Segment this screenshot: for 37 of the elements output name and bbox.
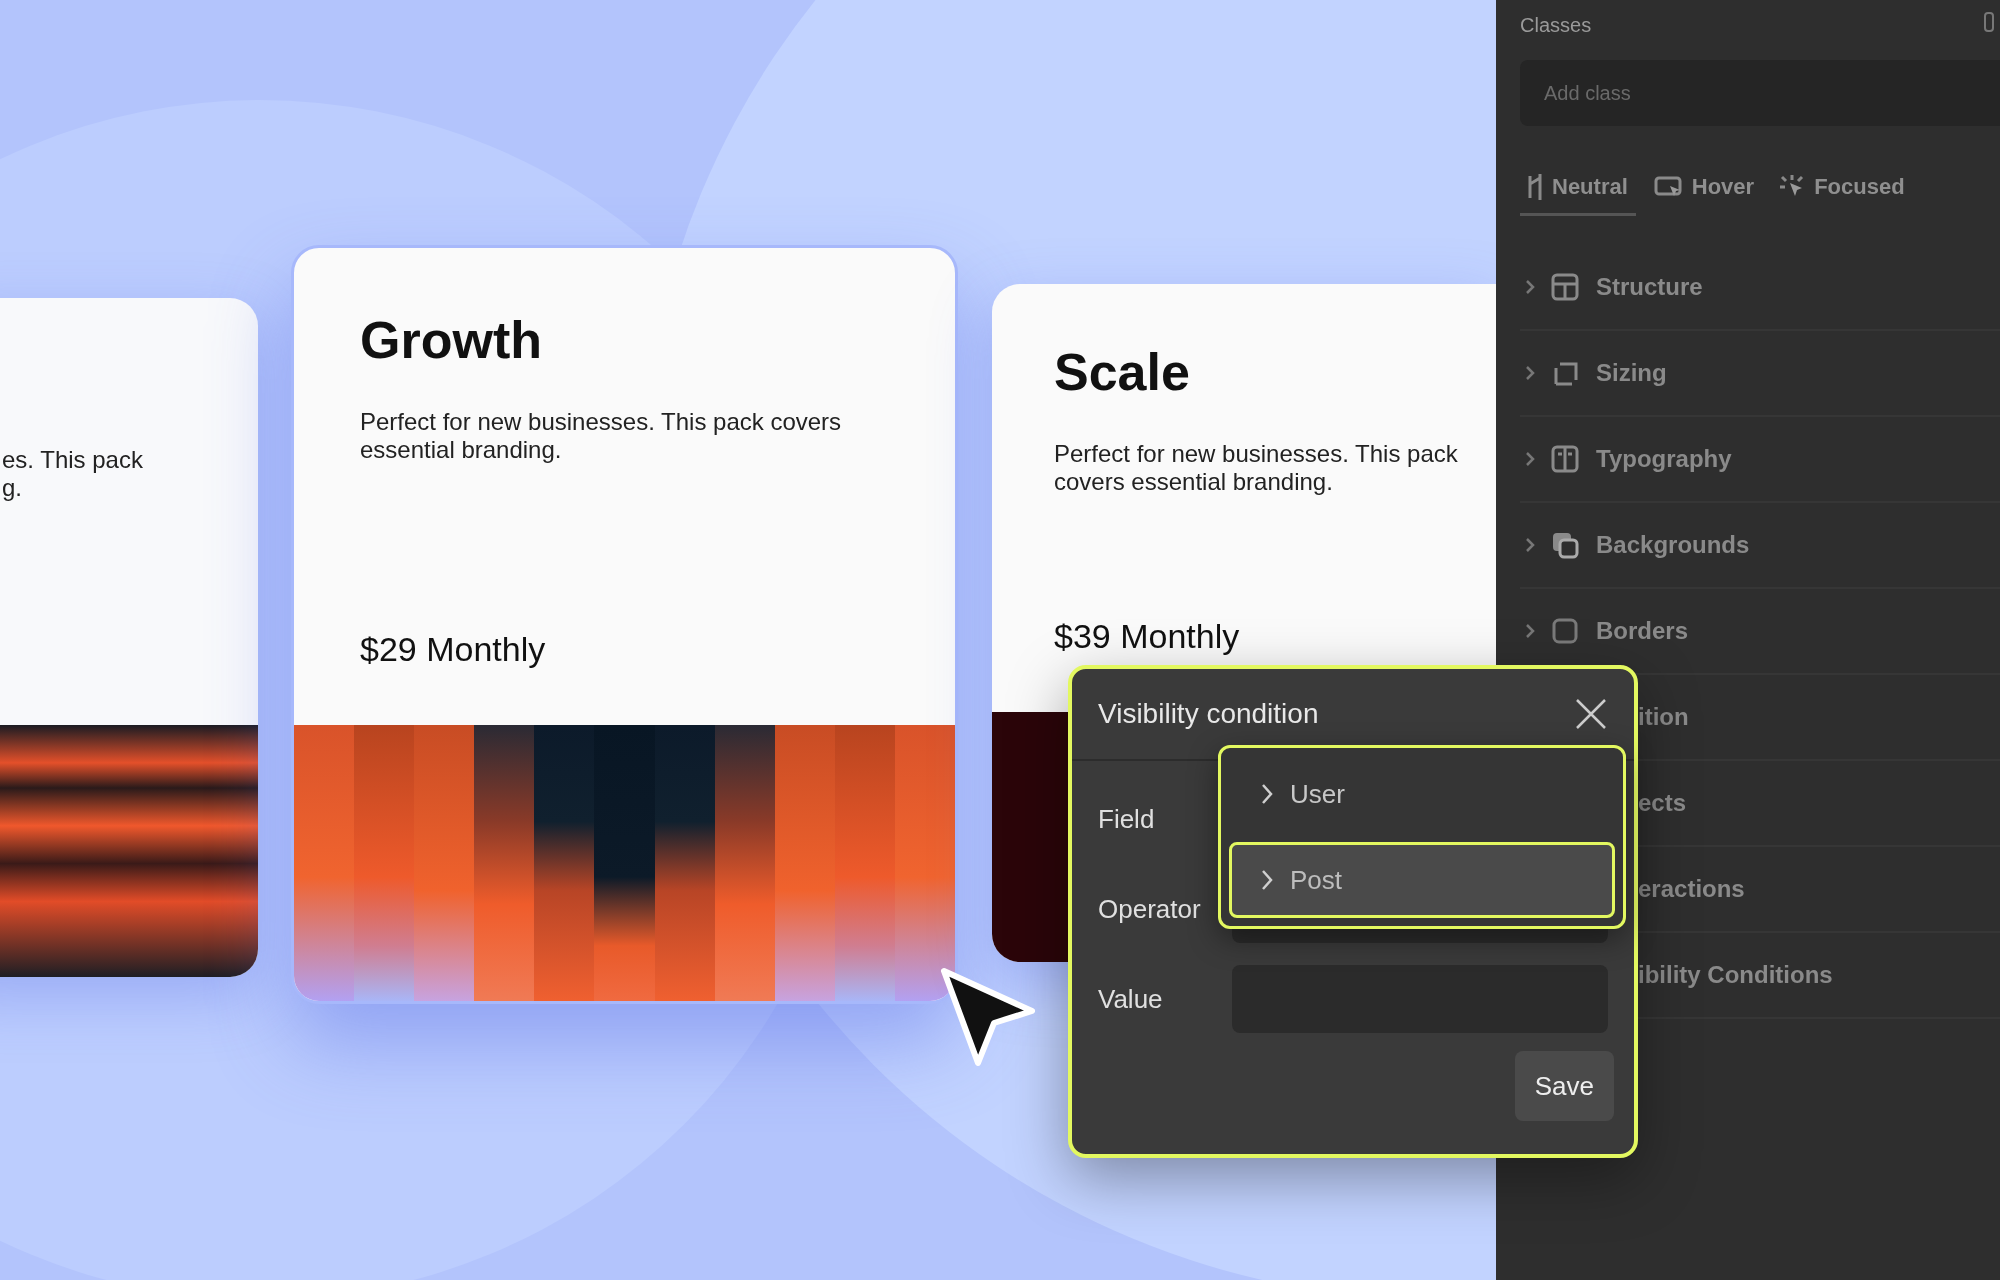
section-icon [1550, 272, 1580, 302]
close-button[interactable] [1574, 697, 1608, 731]
field-label: Field [1098, 802, 1156, 836]
field-label: Operator [1098, 892, 1202, 926]
state-tab[interactable]: Hover [1645, 160, 1763, 216]
class-input-field[interactable]: Add class [1520, 60, 2000, 126]
card-description: es. This pack g. [2, 446, 144, 502]
chevron-right-icon [1524, 622, 1536, 640]
section-icon [1550, 530, 1580, 560]
scroll-icon [1984, 12, 1994, 32]
field-label: Value [1098, 982, 1164, 1016]
card-title: Growth [360, 310, 543, 371]
save-button[interactable]: Save [1514, 1051, 1614, 1121]
card-description: Perfect for new businesses. This pack covers essential branding. [1054, 440, 1459, 496]
chevron-right-icon [1260, 868, 1274, 892]
state-tab[interactable]: Neutral [1520, 160, 1636, 216]
chevron-right-icon [1524, 278, 1536, 296]
chevron-right-icon [1524, 450, 1536, 468]
panel-section-row[interactable]: Backgrounds [1520, 503, 2000, 589]
section-icon [1550, 616, 1580, 646]
card-title: Scale [1054, 342, 1191, 403]
dialog-title: Visibility condition [1098, 697, 1319, 731]
panel-section-row[interactable]: Typography [1520, 417, 2000, 503]
card-price: $39 Monthly [1054, 616, 1241, 656]
state-icon [1528, 171, 1542, 202]
panel-section-row[interactable]: Structure [1520, 245, 2000, 331]
panel-title: Classes [1520, 13, 1592, 38]
chevron-right-icon [1524, 364, 1536, 382]
section-icon [1550, 444, 1580, 474]
chevron-right-icon [1524, 536, 1536, 554]
panel-section-row[interactable]: Sizing [1520, 331, 2000, 417]
state-icon [1653, 175, 1682, 198]
card-description: Perfect for new businesses. This pack covers essential branding. [360, 408, 843, 464]
state-tab[interactable]: Focused [1772, 160, 1913, 216]
chevron-right-icon [1260, 782, 1274, 806]
card-price: $29 Monthly [360, 629, 547, 669]
dropdown-option[interactable]: Post [1229, 842, 1615, 918]
